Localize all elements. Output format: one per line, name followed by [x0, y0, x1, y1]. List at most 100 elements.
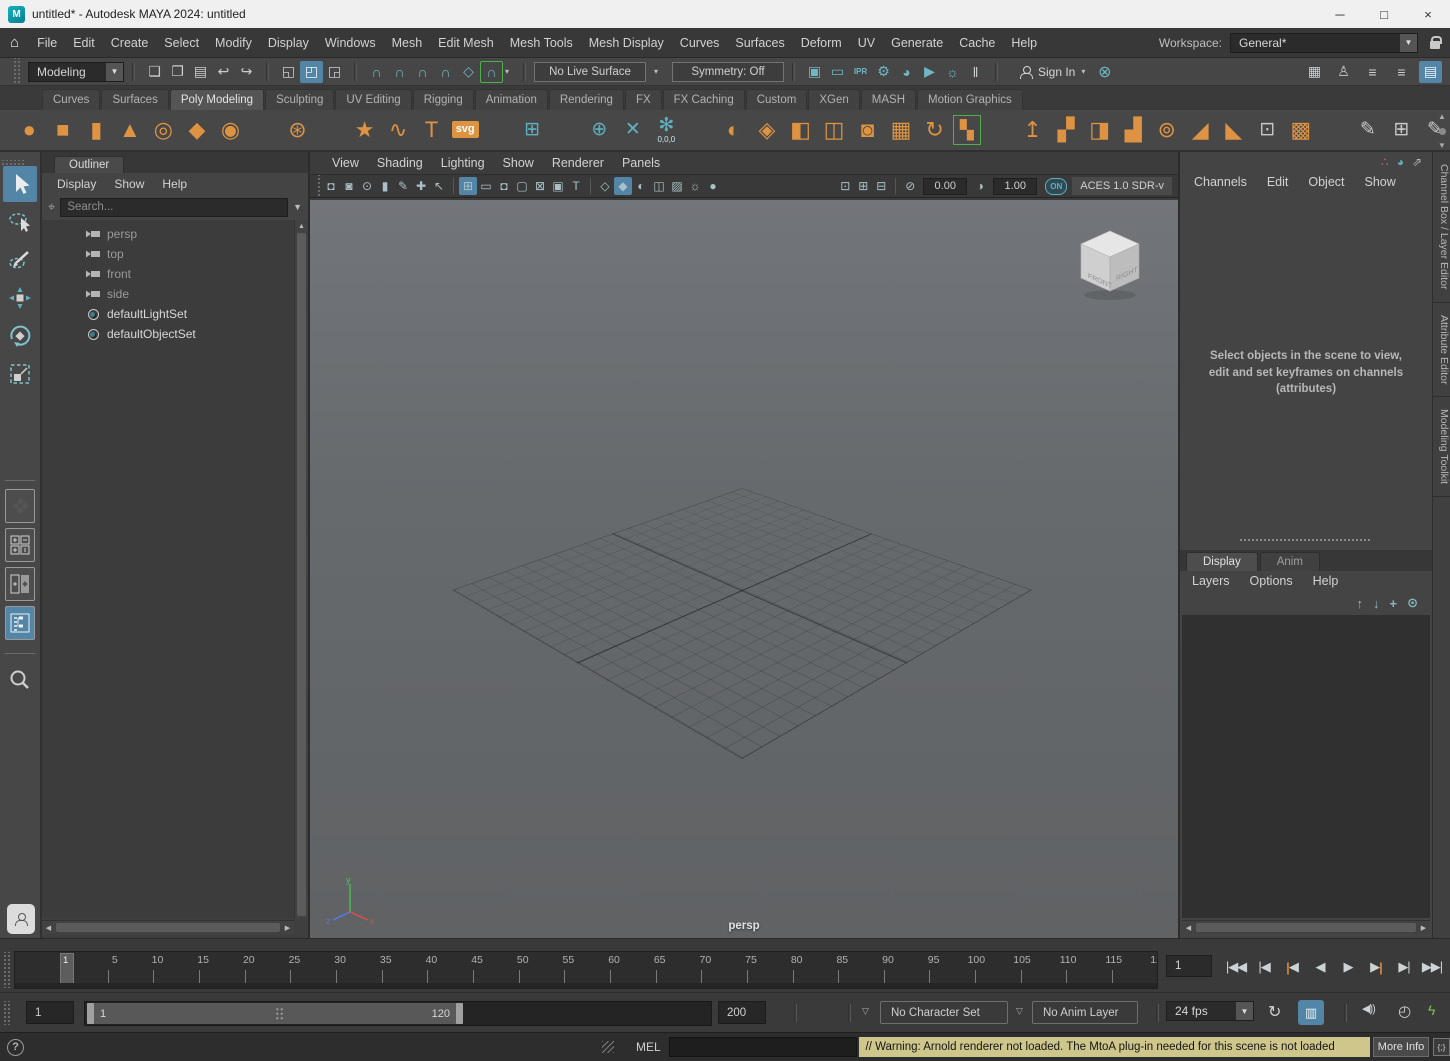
- quad-draw-icon[interactable]: ◢: [1185, 113, 1216, 147]
- outliner-menu-item[interactable]: Help: [155, 175, 194, 193]
- layer-add-selected-icon[interactable]: ⊙: [1407, 595, 1418, 611]
- save-scene-icon[interactable]: ▤: [189, 61, 212, 83]
- menubar-item[interactable]: Help: [1003, 32, 1045, 54]
- bridge-icon[interactable]: ▞: [1051, 113, 1082, 147]
- live-surface-field[interactable]: No Live Surface: [534, 62, 646, 82]
- toolbar-separator[interactable]: [354, 63, 357, 81]
- shelf-tab[interactable]: UV Editing: [335, 89, 411, 110]
- menubar-item[interactable]: Curves: [672, 32, 728, 54]
- render-view-icon[interactable]: ▣: [803, 61, 826, 83]
- menubar-item[interactable]: Select: [156, 32, 207, 54]
- viewport-menu-item[interactable]: Show: [495, 152, 542, 174]
- channel-box-menu-item[interactable]: Show: [1357, 171, 1404, 193]
- shelf-tab[interactable]: Sculpting: [265, 89, 334, 110]
- symmetry-field[interactable]: Symmetry: Off: [672, 62, 784, 82]
- animation-end-field[interactable]: 200: [718, 1001, 766, 1024]
- character-set-chevron-icon[interactable]: ▽: [862, 1006, 869, 1017]
- snap-to-grid-icon[interactable]: ∩: [365, 61, 388, 83]
- minimize-button[interactable]: ─: [1318, 0, 1362, 28]
- play-backwards-button[interactable]: ◀: [1306, 952, 1334, 982]
- open-scene-icon[interactable]: ❐: [166, 61, 189, 83]
- shelf-tab[interactable]: Rendering: [549, 89, 624, 110]
- poly-sphere-icon[interactable]: ●: [14, 113, 45, 147]
- menubar-item[interactable]: Display: [260, 32, 317, 54]
- rotate-tool-button[interactable]: [3, 318, 37, 354]
- render-settings-icon[interactable]: ⚙: [872, 61, 895, 83]
- tab-channel-box-layer-editor[interactable]: Channel Box / Layer Editor: [1433, 152, 1450, 303]
- layer-editor-tab[interactable]: Display: [1186, 552, 1258, 571]
- shelf-tab[interactable]: FX Caching: [663, 89, 745, 110]
- select-hierarchy-icon[interactable]: ◱: [277, 61, 300, 83]
- pivot-tool-icon[interactable]: ⊕: [584, 113, 615, 147]
- lighting-icon[interactable]: ☼: [686, 177, 704, 195]
- select-component-mode-icon[interactable]: ◲: [323, 61, 346, 83]
- anim-layer-chevron-icon[interactable]: ▽: [1016, 1006, 1023, 1017]
- redo-icon[interactable]: ↪: [235, 61, 258, 83]
- spherize-icon[interactable]: ▩: [1286, 113, 1317, 147]
- menubar-item[interactable]: File: [29, 32, 65, 54]
- step-forward-frame-button[interactable]: ▶|: [1390, 952, 1418, 982]
- viewport-menu-item[interactable]: Renderer: [544, 152, 612, 174]
- hud-toggle-icon[interactable]: T: [567, 177, 585, 195]
- bookmark-icon[interactable]: ▮: [376, 177, 394, 195]
- colorspace-dropdown[interactable]: ACES 1.0 SDR-v: [1072, 177, 1172, 195]
- shelf-tab[interactable]: MASH: [861, 89, 916, 110]
- playblast-icon[interactable]: ▥: [1298, 1000, 1324, 1025]
- layer-editor-menu-item[interactable]: Options: [1242, 570, 1301, 592]
- poly-disc-icon[interactable]: ◉: [215, 113, 246, 147]
- render-current-frame-icon[interactable]: ▭: [826, 61, 849, 83]
- channel-box-horizontal-scrollbar[interactable]: ◀ ▶: [1182, 920, 1430, 934]
- channel-box-menu-item[interactable]: Edit: [1259, 171, 1297, 193]
- help-icon[interactable]: ?: [7, 1039, 24, 1056]
- snap-to-view-plane-icon[interactable]: ◇: [457, 61, 480, 83]
- curve-pen-icon[interactable]: ✎: [1353, 113, 1384, 147]
- outliner-item[interactable]: front: [42, 264, 294, 284]
- lock-camera-icon[interactable]: ◙: [340, 177, 358, 195]
- speaker-icon[interactable]: ◀)): [1362, 1002, 1375, 1015]
- channel-box-menu-item[interactable]: Channels: [1186, 171, 1255, 193]
- layer-add-icon[interactable]: +: [1390, 596, 1398, 611]
- toolbar-separator[interactable]: [523, 63, 526, 81]
- menubar-item[interactable]: Modify: [207, 32, 260, 54]
- outliner-horizontal-scrollbar[interactable]: ◀ ▶: [42, 920, 294, 934]
- viewport-toolbar-grip[interactable]: [316, 175, 321, 197]
- layer-editor-tab[interactable]: Anim: [1260, 552, 1320, 571]
- menubar-item[interactable]: Edit: [65, 32, 103, 54]
- scroll-left-icon[interactable]: ◀: [1182, 924, 1195, 932]
- new-scene-icon[interactable]: ❏: [143, 61, 166, 83]
- layer-editor-resize-handle[interactable]: [1240, 539, 1370, 541]
- live-surface-chevron-icon[interactable]: ▾: [654, 67, 664, 76]
- layer-editor-menu-item[interactable]: Help: [1305, 570, 1347, 592]
- shelf-tab[interactable]: Animation: [475, 89, 548, 110]
- grid-toggle-icon[interactable]: ⊞: [459, 177, 477, 195]
- outliner-tab[interactable]: Outliner: [54, 156, 124, 173]
- layout-two-pane-button[interactable]: [5, 567, 35, 601]
- script-editor-icon[interactable]: {;}: [1433, 1038, 1450, 1056]
- poly-cylinder-icon[interactable]: ▮: [81, 113, 112, 147]
- combine-icon[interactable]: ◈: [752, 113, 783, 147]
- smooth-icon[interactable]: ↻: [919, 113, 950, 147]
- menubar-item[interactable]: Mesh Tools: [502, 32, 581, 54]
- menubar-item[interactable]: Generate: [883, 32, 951, 54]
- outliner-menu-item[interactable]: Display: [50, 175, 103, 193]
- close-button[interactable]: ×: [1406, 0, 1450, 28]
- channel-box-menu-item[interactable]: Object: [1300, 171, 1352, 193]
- poly-cube-icon[interactable]: ■: [48, 113, 79, 147]
- speed-state-icon[interactable]: ◕: [1397, 155, 1404, 169]
- boolean-icon[interactable]: ◐: [718, 113, 749, 147]
- evaluation-mode-icon[interactable]: ϟ: [1428, 1002, 1435, 1018]
- film-gate-icon[interactable]: ▭: [477, 177, 495, 195]
- tab-modeling-toolkit[interactable]: Modeling Toolkit: [1433, 397, 1450, 497]
- viewport-menu-item[interactable]: View: [324, 152, 367, 174]
- smooth-shade-icon[interactable]: ◆: [614, 177, 632, 195]
- outliner-item[interactable]: defaultLightSet: [42, 304, 294, 324]
- menuset-dropdown[interactable]: Modeling ▼: [28, 62, 124, 82]
- outliner-vertical-scrollbar[interactable]: ▲: [294, 220, 308, 918]
- lasso-tool-button[interactable]: [3, 204, 37, 240]
- hypershade-ball-icon[interactable]: ⊗: [1093, 61, 1116, 83]
- search-options-chevron-icon[interactable]: ▼: [293, 202, 302, 212]
- menubar-item[interactable]: Create: [103, 32, 157, 54]
- light-editor-icon[interactable]: ☼: [941, 61, 964, 83]
- shelf-scroll-up-icon[interactable]: ▲: [1438, 112, 1446, 121]
- poly-cone-icon[interactable]: ▲: [115, 113, 146, 147]
